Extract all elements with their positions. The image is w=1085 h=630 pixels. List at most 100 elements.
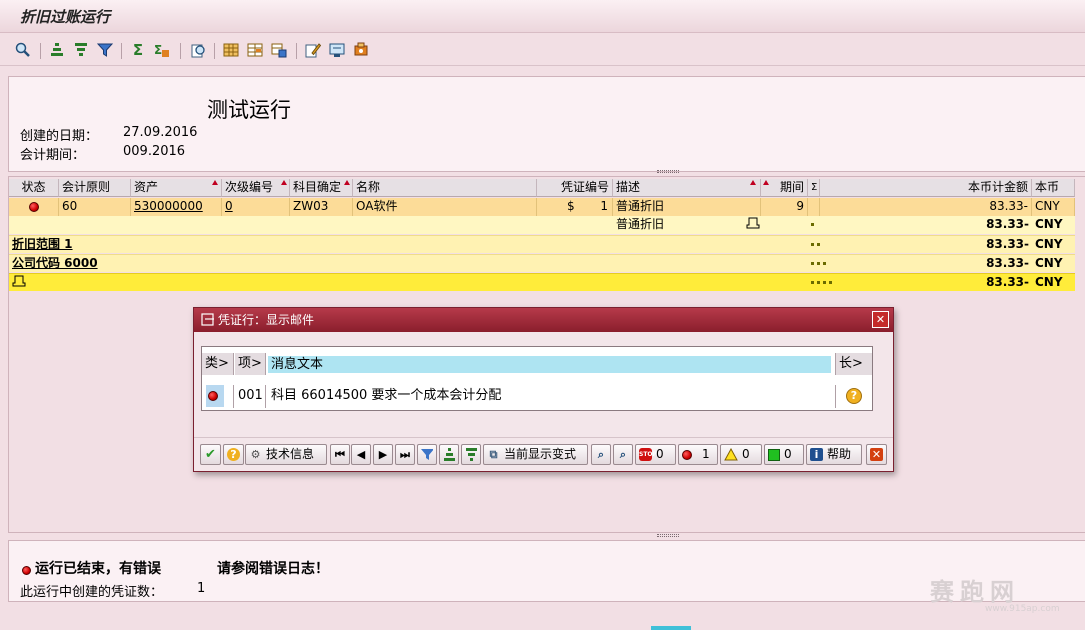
export-icon[interactable] — [328, 41, 346, 59]
company-code-subtotal-label[interactable]: 公司代码 6000 — [9, 255, 309, 273]
success-count: 0 — [784, 447, 792, 461]
help-button[interactable]: ? — [223, 444, 244, 465]
column-header-subnumber[interactable]: 次级编号 — [222, 179, 290, 197]
document-number-cell: $ 1 — [537, 198, 613, 216]
help-question-icon[interactable]: ? — [846, 387, 862, 404]
watermark-url: www.915ap.com — [985, 604, 1060, 614]
next-page-button[interactable]: ▶ — [373, 444, 393, 465]
change-layout-icon[interactable] — [246, 41, 264, 59]
warning-messages-filter[interactable]: 0 — [720, 444, 762, 465]
created-date-value: 27.09.2016 — [123, 125, 198, 140]
help-label: 帮助 — [827, 447, 852, 461]
column-header-type[interactable]: 类> — [202, 353, 234, 375]
asset-link[interactable]: 530000000 — [131, 198, 222, 216]
status-indicator — [651, 626, 691, 630]
column-header-long-text[interactable]: 长> — [835, 353, 872, 375]
currency-cell: CNY — [1032, 198, 1075, 216]
edit-icon[interactable] — [304, 41, 322, 59]
application-toolbar: Σ Σ — [0, 34, 1085, 66]
success-icon — [768, 448, 780, 461]
success-messages-filter[interactable]: 0 — [764, 444, 804, 465]
print-preview-icon[interactable] — [189, 41, 207, 59]
confirm-button[interactable]: ✔ — [200, 444, 221, 465]
currency-cell: CNY — [1035, 217, 1063, 231]
run-mode-title: 测试运行 — [207, 98, 291, 122]
currency-cell: CNY — [1035, 275, 1063, 289]
error-log-advice: 请参阅错误日志！ — [217, 561, 329, 577]
tools-icon: ⚙ — [250, 448, 261, 461]
sort-descending-button[interactable] — [461, 444, 481, 465]
find-next-button[interactable]: ⌕ — [613, 444, 633, 465]
total-row[interactable]: 83.33- CNY — [9, 273, 1075, 291]
message-item-cell: 001 — [235, 385, 266, 408]
splitter-handle[interactable] — [657, 534, 679, 537]
message-type-cell — [202, 385, 234, 408]
message-text-cell[interactable]: 科目 66014500 要求一个成本会计分配 — [268, 385, 828, 408]
amount-cell: 83.33- — [820, 198, 1032, 216]
local-file-icon[interactable] — [352, 41, 370, 59]
last-page-button[interactable]: ⏭ — [395, 444, 415, 465]
find-next-icon: ⌕ — [619, 448, 627, 461]
column-header-status[interactable]: 状态 — [9, 179, 59, 197]
sum-icon[interactable]: Σ — [129, 41, 147, 59]
status-panel — [8, 540, 1085, 602]
question-icon: ? — [227, 448, 240, 461]
details-icon[interactable] — [14, 41, 32, 59]
subtotal-icon[interactable]: Σ — [153, 41, 171, 59]
close-icon[interactable]: ✕ — [872, 311, 889, 328]
stop-messages-filter[interactable]: STOP 0 — [635, 444, 676, 465]
save-layout-icon[interactable] — [270, 41, 288, 59]
error-messages-filter[interactable]: 1 — [678, 444, 718, 465]
bottom-strip — [0, 604, 1085, 630]
cancel-button[interactable]: ✕ — [866, 444, 887, 465]
column-header-description[interactable]: 描述 — [613, 179, 761, 197]
warning-icon — [724, 448, 738, 461]
column-header-document-number[interactable]: 凭证编号 — [537, 179, 613, 197]
subtotal-row[interactable]: 公司代码 6000 83.33- CNY — [9, 254, 1075, 272]
subtotal-row[interactable]: 普通折旧 83.33- CNY — [9, 216, 1075, 234]
sort-ascending-button[interactable] — [439, 444, 459, 465]
column-header-amount[interactable]: 本币计金额 — [820, 179, 1032, 197]
first-page-button[interactable]: ⏮ — [330, 444, 350, 465]
amount-cell: 83.33- — [986, 275, 1029, 289]
current-display-variant-button[interactable]: ⧉ 当前显示变式 — [483, 444, 588, 465]
help-info-button[interactable]: i 帮助 — [806, 444, 862, 465]
filter-icon — [421, 449, 433, 460]
filter-button[interactable] — [417, 444, 437, 465]
subnumber-link[interactable]: 0 — [222, 198, 290, 216]
last-page-icon: ⏭ — [400, 448, 410, 461]
column-header-message-text[interactable]: 消息文本 — [268, 356, 831, 373]
previous-page-button[interactable]: ◀ — [351, 444, 371, 465]
filter-icon[interactable] — [96, 41, 114, 59]
created-date-label: 创建的日期： — [20, 129, 99, 144]
current-variant-label: 当前显示变式 — [504, 447, 577, 461]
column-header-name[interactable]: 名称 — [353, 179, 537, 197]
technical-info-label: 技术信息 — [266, 447, 315, 461]
sort-ascending-icon[interactable] — [48, 41, 66, 59]
layout-icon[interactable] — [222, 41, 240, 59]
dialog-window-icon — [201, 313, 215, 326]
sort-indicator-icon — [212, 180, 218, 185]
first-page-icon: ⏮ — [335, 448, 345, 461]
table-row[interactable]: 60 530000000 0 ZW03 OA软件 $ 1 普通折旧 9 83.3… — [9, 198, 1075, 216]
posting-period-label: 会计期间： — [20, 148, 86, 163]
sort-indicator-icon — [750, 180, 756, 185]
grid-header-row: 状态 会计原则 资产 次级编号 科目确定 名称 凭证编号 描述 期间 Σ 本币计… — [9, 179, 1075, 197]
splitter-handle[interactable] — [657, 170, 679, 173]
column-header-item[interactable]: 项> — [235, 353, 266, 375]
error-status-icon — [208, 390, 218, 401]
technical-info-button[interactable]: ⚙ 技术信息 — [245, 444, 327, 465]
sort-descending-icon — [466, 448, 477, 461]
column-header-currency[interactable]: 本币 — [1032, 179, 1075, 197]
column-header-accounting-principle[interactable]: 会计原则 — [59, 179, 131, 197]
find-button[interactable]: ⌕ — [591, 444, 611, 465]
depreciation-area-subtotal-label[interactable]: 折旧范围 1 — [9, 236, 309, 254]
sort-descending-icon[interactable] — [72, 41, 90, 59]
error-icon — [682, 449, 692, 460]
error-status-icon — [22, 563, 31, 577]
info-icon: i — [810, 448, 823, 461]
subtotal-row[interactable]: 折旧范围 1 83.33- CNY — [9, 235, 1075, 253]
title-bar — [0, 0, 1085, 33]
documents-created-label: 此运行中创建的凭证数： — [20, 585, 164, 600]
column-header-asset[interactable]: 资产 — [131, 179, 222, 197]
